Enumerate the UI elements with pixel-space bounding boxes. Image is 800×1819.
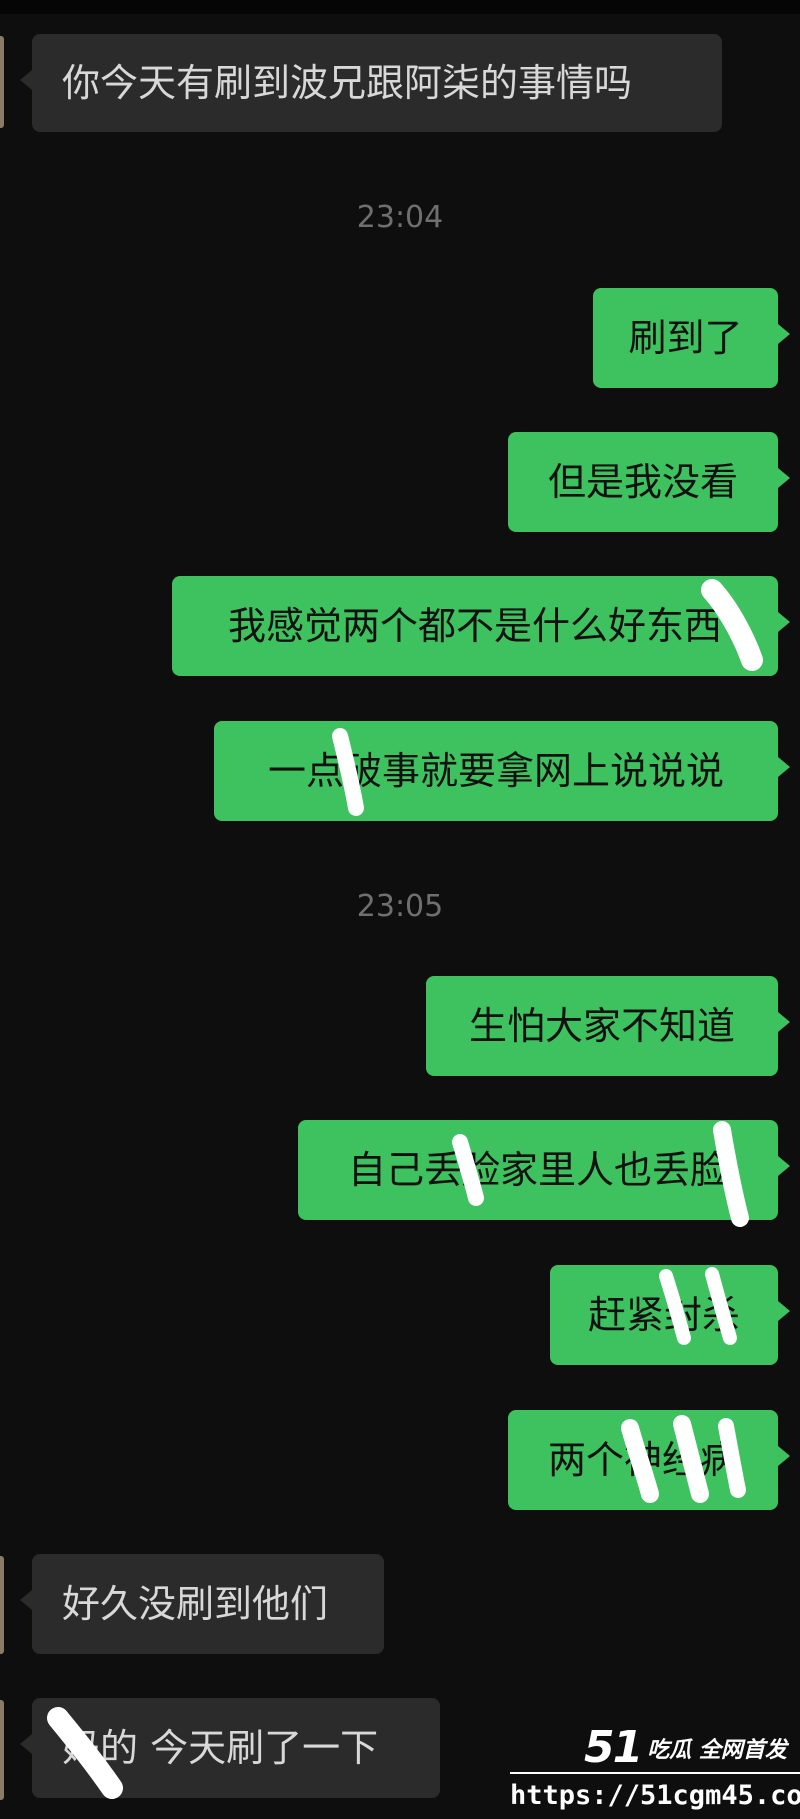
message-bubble-sent[interactable]: 自己丢脸家里人也丢脸 (298, 1120, 790, 1220)
message-bubble-sent[interactable]: 刷到了 (593, 288, 790, 388)
message-text: 赶紧封杀 (587, 1293, 740, 1337)
message-bubble-sent[interactable]: 赶紧封杀 (550, 1265, 790, 1365)
message-text: 刷到了 (628, 316, 743, 360)
message-bubble-sent[interactable]: 但是我没看 (508, 432, 790, 532)
message-text: 好久没刷到他们 (62, 1582, 329, 1626)
message-bubble-sent[interactable]: 两个神经病 (508, 1410, 790, 1510)
message-bubble-sent[interactable]: 一点破事就要拿网上说说说 (214, 721, 790, 821)
timestamp: 23:05 (356, 889, 444, 924)
message-bubble-received[interactable]: 你今天有刷到波兄跟阿柒的事情吗 (20, 34, 722, 132)
contact-avatar[interactable] (0, 1700, 4, 1800)
message-text: 两个神经病 (547, 1438, 738, 1482)
message-bubble-sent[interactable]: 我感觉两个都不是什么好东西 (172, 576, 790, 676)
message-text: 你今天有刷到波兄跟阿柒的事情吗 (62, 61, 633, 105)
timestamp: 23:04 (356, 200, 444, 235)
contact-avatar[interactable] (0, 1556, 4, 1654)
message-text: 妈的 今天刷了一下 (62, 1726, 379, 1770)
message-text: 但是我没看 (547, 460, 738, 504)
message-text: 我感觉两个都不是什么好东西 (227, 604, 722, 648)
message-bubble-received[interactable]: 妈的 今天刷了一下 (20, 1698, 440, 1798)
message-bubble-received[interactable]: 好久没刷到他们 (20, 1554, 384, 1654)
message-text: 一点破事就要拿网上说说说 (267, 749, 724, 793)
watermark-url: https://51cgm45.com (510, 1780, 800, 1811)
watermark-divider (510, 1772, 800, 1774)
message-text: 自己丢脸家里人也丢脸 (347, 1148, 728, 1192)
contact-avatar[interactable] (0, 36, 4, 128)
message-bubble-sent[interactable]: 生怕大家不知道 (426, 976, 790, 1076)
message-text: 生怕大家不知道 (468, 1004, 735, 1048)
top-edge (0, 0, 800, 14)
watermark-logo-text: 吃瓜 全网首发 (647, 1738, 787, 1763)
watermark-logo: 51 吃瓜 全网首发 (584, 1720, 800, 1772)
watermark-logo-number: 51 (584, 1722, 643, 1773)
